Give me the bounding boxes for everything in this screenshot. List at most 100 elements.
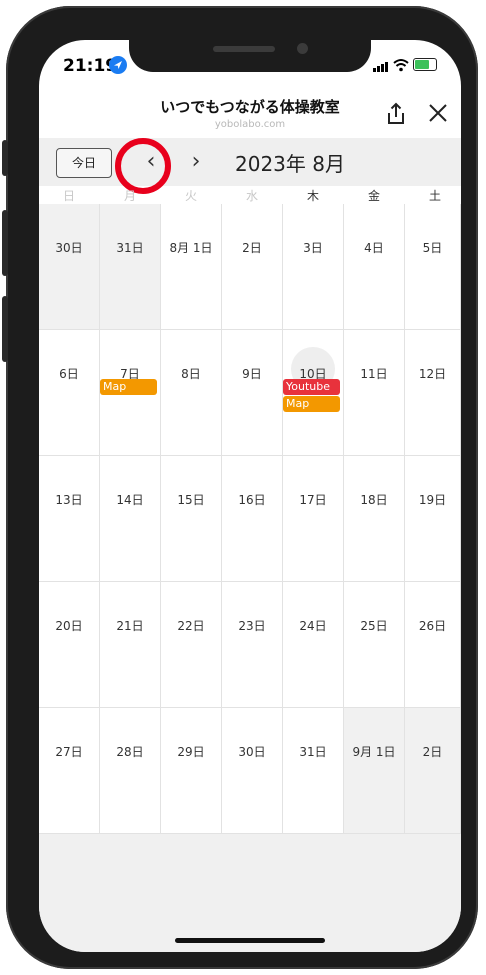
cellular-signal-icon [373,62,389,72]
day-cell[interactable]: 3日 [283,204,344,330]
day-number: 17日 [299,493,327,507]
weekday-wed: 水 [245,189,258,203]
day-number: 26日 [418,619,447,633]
day-number: 11日 [360,367,388,381]
volume-up-button [2,210,8,276]
close-icon[interactable] [427,102,449,124]
day-cell[interactable]: 2日 [405,708,461,834]
today-button[interactable]: 今日 [56,148,112,178]
day-cell[interactable]: 26日 [405,582,461,708]
day-number: 30日 [238,745,266,759]
screen: 21:19 いつでもつながる体操教室 yobolabo.com 今日 ‹ › 2… [39,40,461,952]
day-cell[interactable]: 9日 [222,330,283,456]
day-cell[interactable]: 20日 [39,582,100,708]
day-cell[interactable]: 11日 [344,330,405,456]
day-number: 15日 [177,493,205,507]
mute-switch [2,140,8,176]
next-month-button[interactable]: › [183,148,209,176]
day-number: 12日 [418,367,447,381]
calendar-week: 13日 14日 15日 16日 17日 18日 19日 [39,456,461,582]
event-map[interactable]: Map [283,396,340,412]
location-arrow-icon [109,56,127,74]
nav-bar: いつでもつながる体操教室 yobolabo.com [39,88,461,138]
day-number: 8日 [181,367,201,381]
day-cell[interactable]: 18日 [344,456,405,582]
day-cell[interactable]: 2日 [222,204,283,330]
day-cell[interactable]: 27日 [39,708,100,834]
day-number: 23日 [238,619,266,633]
day-cell[interactable]: 14日 [100,456,161,582]
day-number: 6日 [59,367,79,381]
weekday-sun: 日 [62,189,75,203]
day-cell[interactable]: 8日 [161,330,222,456]
share-icon[interactable] [385,102,407,126]
day-cell[interactable]: 22日 [161,582,222,708]
day-number: 8月 1日 [169,241,213,255]
weekday-fri: 金 [367,189,380,203]
day-cell[interactable]: 7日 Map [100,330,161,456]
day-number: 21日 [116,619,144,633]
day-number: 3日 [303,241,323,255]
day-cell[interactable]: 24日 [283,582,344,708]
day-cell[interactable]: 9月 1日 [344,708,405,834]
day-cell[interactable]: 30日 [222,708,283,834]
day-cell[interactable]: 23日 [222,582,283,708]
day-number: 16日 [238,493,266,507]
day-cell[interactable]: 29日 [161,708,222,834]
day-cell[interactable]: 21日 [100,582,161,708]
day-cell[interactable]: 31日 [100,204,161,330]
front-camera [297,43,308,54]
battery-icon [413,58,437,71]
weekday-sat: 土 [428,189,441,203]
day-number: 13日 [55,493,83,507]
day-cell[interactable]: 30日 [39,204,100,330]
day-number: 31日 [116,241,144,255]
day-number: 2日 [242,241,262,255]
day-cell-today[interactable]: 10日 Youtube Map [283,330,344,456]
empty-area [39,834,461,952]
calendar-week: 20日 21日 22日 23日 24日 25日 26日 [39,582,461,708]
calendar-week: 27日 28日 29日 30日 31日 9月 1日 2日 [39,708,461,834]
event-youtube[interactable]: Youtube [283,379,340,395]
event-map[interactable]: Map [100,379,157,395]
day-number: 5日 [422,241,443,255]
day-cell[interactable]: 19日 [405,456,461,582]
day-cell[interactable]: 4日 [344,204,405,330]
status-bar: 21:19 [39,40,461,88]
day-number: 18日 [360,493,388,507]
day-number: 2日 [422,745,443,759]
day-number: 14日 [116,493,144,507]
day-cell[interactable]: 12日 [405,330,461,456]
day-number: 22日 [177,619,205,633]
day-number: 30日 [55,241,83,255]
day-cell[interactable]: 5日 [405,204,461,330]
day-cell[interactable]: 28日 [100,708,161,834]
day-cell[interactable]: 6日 [39,330,100,456]
day-cell[interactable]: 8月 1日 [161,204,222,330]
day-number: 9月 1日 [352,745,396,759]
weekday-mon: 月 [123,189,136,203]
wifi-icon [393,57,409,72]
weekday-tue: 火 [184,189,197,203]
day-cell[interactable]: 31日 [283,708,344,834]
calendar-week: 6日 7日 Map 8日 9日 10日 Youtube Map 11日 12日 [39,330,461,456]
day-cell[interactable]: 17日 [283,456,344,582]
day-cell[interactable]: 13日 [39,456,100,582]
day-number: 25日 [360,619,388,633]
day-cell[interactable]: 15日 [161,456,222,582]
calendar-week: 30日 31日 8月 1日 2日 3日 4日 5日 [39,204,461,330]
weekday-thu: 木 [306,189,319,203]
day-number: 29日 [177,745,205,759]
day-number: 27日 [55,745,83,759]
day-cell[interactable]: 16日 [222,456,283,582]
volume-down-button [2,296,8,362]
calendar-toolbar: 今日 ‹ › 2023年 8月 [39,138,461,186]
speaker-grille [213,46,275,52]
month-title: 2023年 8月 [235,152,345,176]
camera-notch [129,40,371,72]
home-indicator[interactable] [175,938,325,943]
day-number: 9日 [242,367,262,381]
day-number: 24日 [299,619,327,633]
day-cell[interactable]: 25日 [344,582,405,708]
day-number: 19日 [418,493,447,507]
